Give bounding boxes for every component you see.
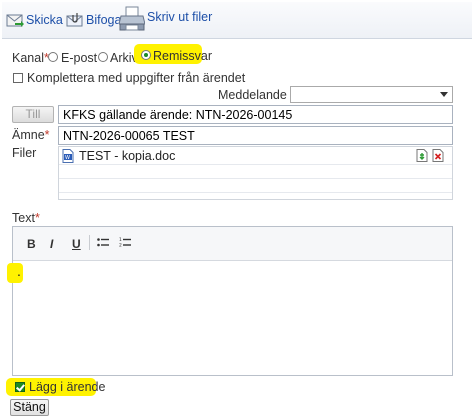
- numbered-list-icon[interactable]: 1 2: [119, 237, 131, 248]
- svg-text:1: 1: [119, 237, 122, 243]
- channel-radio-remissvar[interactable]: [141, 50, 151, 60]
- add-to-case-checkbox[interactable]: [15, 382, 25, 392]
- to-button[interactable]: Till: [12, 106, 54, 123]
- italic-button[interactable]: I: [50, 237, 53, 251]
- send-mail-icon: [6, 12, 24, 28]
- printer-icon: [119, 6, 145, 32]
- svg-text:2: 2: [119, 243, 122, 249]
- text-editor: B I U 1 2 .: [7, 226, 453, 376]
- files-list: W TEST - kopia.doc: [58, 146, 453, 200]
- attach-button[interactable]: Bifoga: [66, 12, 121, 28]
- close-button[interactable]: Stäng: [10, 399, 49, 416]
- bullet-list-icon[interactable]: [97, 237, 109, 248]
- bold-button[interactable]: B: [27, 237, 36, 251]
- editor-text: .: [17, 263, 21, 279]
- channel-radio-email[interactable]: [48, 52, 58, 62]
- toolbar-divider: [89, 235, 90, 250]
- subject-field[interactable]: NTN-2026-00065 TEST: [58, 126, 453, 145]
- download-file-icon[interactable]: [416, 149, 428, 162]
- word-document-icon: W: [62, 149, 74, 163]
- channel-option-remissvar[interactable]: Remissvar: [153, 49, 212, 63]
- editor-body[interactable]: .: [7, 261, 452, 376]
- text-label: Text*: [12, 211, 40, 225]
- add-to-case-label: Lägg i ärende: [29, 380, 106, 394]
- file-row-empty: [59, 179, 452, 193]
- editor-toolbar: B I U 1 2: [13, 227, 452, 261]
- underline-button[interactable]: U: [72, 237, 81, 251]
- toolbar: Skicka Bifoga Skriv ut filer: [2, 2, 472, 39]
- delete-file-icon[interactable]: [432, 149, 444, 162]
- channel-label: Kanal*: [12, 51, 49, 65]
- files-label: Filer: [12, 146, 37, 160]
- complement-label: Komplettera med uppgifter från ärendet: [27, 71, 246, 85]
- chevron-down-icon: [440, 92, 448, 97]
- channel-radio-archive[interactable]: [98, 52, 108, 62]
- complement-checkbox[interactable]: [13, 73, 23, 83]
- svg-text:W: W: [65, 155, 70, 161]
- subject-label: Ämne*: [12, 128, 50, 142]
- file-row[interactable]: W TEST - kopia.doc: [59, 147, 452, 165]
- message-select[interactable]: [290, 86, 453, 103]
- channel-option-email[interactable]: E-post: [61, 51, 97, 65]
- file-name[interactable]: TEST - kopia.doc: [79, 149, 175, 163]
- file-row-empty: [59, 165, 452, 179]
- attach-paperclip-icon: [66, 12, 84, 28]
- send-button[interactable]: Skicka: [6, 12, 63, 28]
- print-files-button[interactable]: Skriv ut filer: [119, 6, 212, 32]
- to-field[interactable]: KFKS gällande ärende: NTN-2026-00145: [58, 105, 453, 124]
- message-label: Meddelande: [218, 88, 287, 102]
